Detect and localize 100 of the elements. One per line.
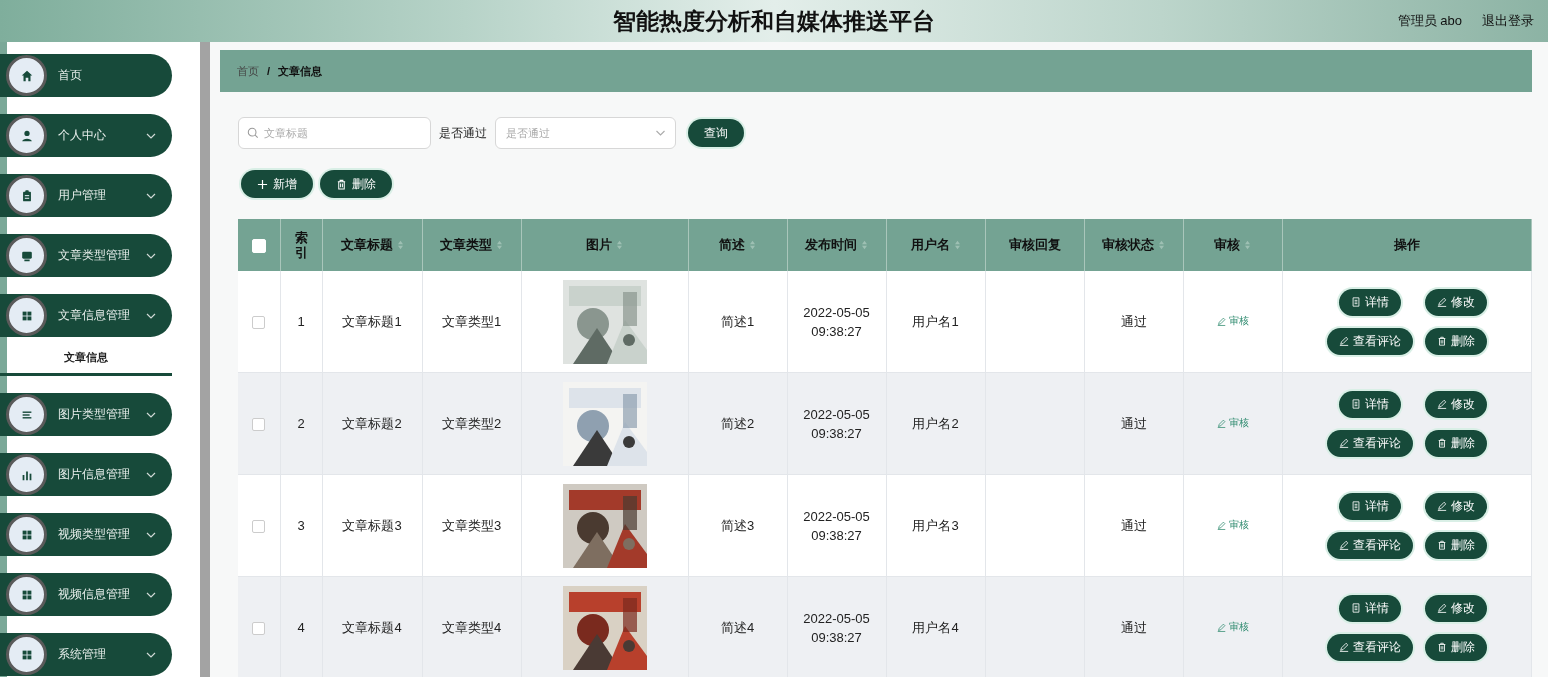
table-cell-text: 2022-05-05 09:38:27 xyxy=(803,303,870,341)
menu-item[interactable]: 系统管理 xyxy=(0,633,172,676)
sort-icon[interactable] xyxy=(953,240,961,250)
delete-button[interactable]: 删除 xyxy=(1424,531,1487,559)
comments-button[interactable]: 查看评论 xyxy=(1326,429,1413,457)
sort-icon[interactable] xyxy=(749,240,756,250)
pencil-icon xyxy=(1436,297,1447,307)
table-cell: 3 xyxy=(297,518,305,533)
grid-icon xyxy=(6,514,47,555)
document-icon xyxy=(1350,603,1361,613)
menu-item[interactable]: 视频类型管理 xyxy=(0,513,172,556)
edit-button[interactable]: 修改 xyxy=(1424,390,1487,418)
menu-item[interactable]: 文章信息管理 xyxy=(0,294,172,337)
delete-button[interactable]: 删除 xyxy=(1424,633,1487,661)
review-link[interactable]: 审核 xyxy=(1216,315,1249,328)
add-button[interactable]: 新增 xyxy=(241,170,313,198)
trash-icon xyxy=(1436,336,1447,346)
row-checkbox[interactable] xyxy=(252,316,266,330)
edit-button[interactable]: 修改 xyxy=(1424,288,1487,316)
document-icon xyxy=(1350,297,1361,307)
select-all-checkbox[interactable] xyxy=(251,238,266,253)
admin-name: 管理员 abo xyxy=(1397,12,1462,30)
edit-button[interactable]: 修改 xyxy=(1424,492,1487,520)
table-cell: 通过 xyxy=(1120,619,1147,635)
column-header: 操作 xyxy=(1393,236,1420,254)
column-header: 审核回复 xyxy=(1008,236,1061,254)
title-search-field[interactable]: 文章标题 xyxy=(238,117,431,149)
table-cell: 文章类型2 xyxy=(441,415,502,431)
details-button[interactable]: 详情 xyxy=(1338,594,1401,622)
column-header: 图片 xyxy=(586,236,612,254)
scrollbar[interactable] xyxy=(200,42,210,677)
column-header: 发布时间 xyxy=(805,236,857,254)
grid-icon xyxy=(6,634,47,675)
details-button[interactable]: 详情 xyxy=(1338,492,1401,520)
pencil-icon xyxy=(1338,438,1349,448)
details-button[interactable]: 详情 xyxy=(1338,390,1401,418)
comments-button[interactable]: 查看评论 xyxy=(1326,531,1413,559)
user-icon xyxy=(6,115,47,156)
row-checkbox[interactable] xyxy=(252,520,266,534)
comments-button[interactable]: 查看评论 xyxy=(1326,327,1413,355)
table-cell: 用户名1 xyxy=(912,313,959,329)
pencil-icon xyxy=(1338,336,1349,346)
breadcrumb-item[interactable]: 首页 xyxy=(237,63,259,79)
breadcrumb-item[interactable]: 文章信息 xyxy=(278,63,323,79)
sort-icon[interactable] xyxy=(616,240,623,250)
column-header: 索引 xyxy=(294,230,308,261)
table-cell: 2 xyxy=(297,416,305,431)
column-header: 用户名 xyxy=(910,236,950,254)
pencil-icon xyxy=(1216,521,1226,530)
table-cell: 文章标题2 xyxy=(342,415,402,431)
comments-button[interactable]: 查看评论 xyxy=(1326,633,1413,661)
table-cell: 简述2 xyxy=(720,415,755,431)
table-cell: 用户名4 xyxy=(912,619,959,635)
table-cell-text: 2022-05-05 09:38:27 xyxy=(803,405,870,443)
delete-button[interactable]: 删除 xyxy=(320,170,392,198)
details-button[interactable]: 详情 xyxy=(1338,288,1401,316)
column-header: 审核 xyxy=(1214,236,1240,254)
edit-button[interactable]: 修改 xyxy=(1424,594,1487,622)
pencil-icon xyxy=(1216,317,1226,326)
pencil-icon xyxy=(1338,540,1349,550)
delete-button[interactable]: 删除 xyxy=(1424,429,1487,457)
query-button[interactable]: 查询 xyxy=(688,119,744,147)
table-cell: 通过 xyxy=(1120,517,1147,533)
menu-item[interactable]: 视频信息管理 xyxy=(0,573,172,616)
review-link[interactable]: 审核 xyxy=(1216,519,1249,532)
pencil-icon xyxy=(1338,642,1349,652)
app-title: 智能热度分析和自媒体推送平台 xyxy=(613,6,935,36)
breadcrumb-separator: / xyxy=(267,65,271,77)
review-link[interactable]: 审核 xyxy=(1216,621,1249,634)
delete-button[interactable]: 删除 xyxy=(1424,327,1487,355)
row-checkbox[interactable] xyxy=(252,418,266,432)
sort-icon[interactable] xyxy=(496,240,503,250)
table-cell: 简述1 xyxy=(720,313,755,329)
table-cell: 文章标题4 xyxy=(342,619,402,635)
menu-item[interactable]: 个人中心 xyxy=(0,114,172,157)
row-checkbox[interactable] xyxy=(252,622,266,636)
table-cell: 简述3 xyxy=(720,517,755,533)
column-header: 文章类型 xyxy=(440,236,492,254)
menu-item[interactable]: 图片信息管理 xyxy=(0,453,172,496)
trash-icon xyxy=(336,178,347,190)
table-cell: 文章标题3 xyxy=(342,517,402,533)
logout-link[interactable]: 退出登录 xyxy=(1482,12,1534,30)
table-cell-text: 2022-05-05 09:38:27 xyxy=(803,507,870,545)
pencil-icon xyxy=(1216,419,1226,428)
submenu-item[interactable]: 文章信息 xyxy=(0,344,172,376)
chevron-down-icon xyxy=(655,130,666,136)
grid-icon xyxy=(6,295,47,336)
sort-icon[interactable] xyxy=(1158,240,1165,250)
menu-item[interactable]: 用户管理 xyxy=(0,174,172,217)
table-cell: 用户名3 xyxy=(912,517,959,533)
review-link[interactable]: 审核 xyxy=(1216,417,1249,430)
sort-icon[interactable] xyxy=(396,240,404,250)
grid-icon xyxy=(6,574,47,615)
pass-select[interactable]: 是否通过 xyxy=(495,117,676,149)
trash-icon xyxy=(1436,438,1447,448)
menu-item[interactable]: 首页 xyxy=(0,54,172,97)
menu-item[interactable]: 图片类型管理 xyxy=(0,393,172,436)
menu-item[interactable]: 文章类型管理 xyxy=(0,234,172,277)
sort-icon[interactable] xyxy=(1244,240,1251,250)
sort-icon[interactable] xyxy=(861,240,868,250)
